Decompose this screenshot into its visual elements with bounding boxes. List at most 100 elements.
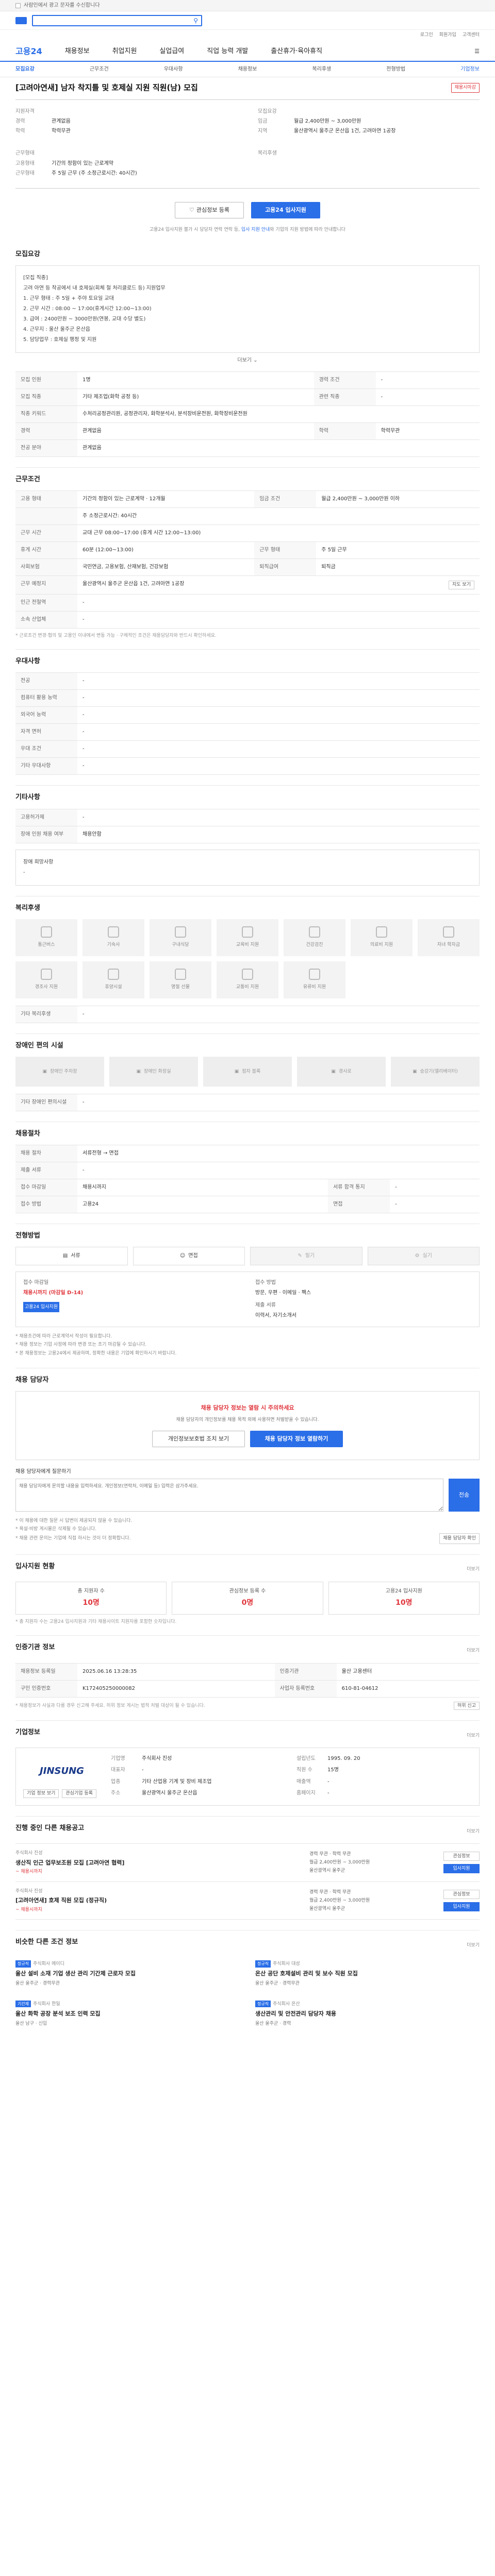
recs-section: 진행 중인 다른 채용공고더보기 주식회사 진성 생산직 인근 업무보조원 모집… [15, 1817, 480, 1931]
job-card[interactable]: 기간제 주식회사 한일 울산 화학 공장 분석 보조 인력 모집 울산 남구 · … [15, 1997, 240, 2030]
table-row: 기타 복리후생 - [15, 1005, 480, 1023]
scrap-button[interactable]: ♡ 관심정보 등록 [175, 202, 244, 218]
food-icon [175, 926, 186, 938]
th: 사업자 등록번호 [274, 1680, 337, 1698]
gnb-item-training[interactable]: 직업 능력 개발 [207, 47, 248, 56]
rec-meta: 경력 무관 · 학력 무관 [309, 1852, 351, 1857]
signup-link[interactable]: 회원가입 [439, 32, 456, 39]
gnb-item-jobs[interactable]: 채용정보 [65, 47, 90, 56]
document-icon: ▤ [62, 1253, 68, 1259]
view-contact-button[interactable]: 채용 담당자 정보 열람하기 [250, 1431, 343, 1448]
job-title: [고려아연새] 남자 착지틀 및 호제실 지원 직원(남) 모집 [15, 83, 198, 92]
question-input[interactable] [15, 1479, 443, 1512]
td: K172405250000082 [77, 1680, 275, 1698]
value: 1995. 09. 20 [327, 1756, 360, 1762]
job-title[interactable]: 생산관리 및 안전관리 담당자 채용 [255, 2010, 480, 2018]
job-card[interactable]: 정규직 주식회사 대성 온산 공단 호제설비 관리 및 보수 직원 모집 울산 울… [255, 1957, 480, 1990]
more-link[interactable]: 더보기 [467, 1566, 480, 1573]
report-button[interactable]: 허위 신고 [454, 1701, 480, 1710]
tab-work[interactable]: 근무조건 [90, 66, 109, 73]
login-link[interactable]: 로그인 [420, 32, 433, 39]
check-contact-button[interactable]: 채용 담당자 확인 [439, 1533, 480, 1544]
facility-label: 승강기(엘리베이터) [420, 1069, 458, 1074]
list-item[interactable]: 주식회사 진성 생산직 인근 업무보조원 모집 [고려아연 협력] ~ 채용시까… [15, 1843, 480, 1882]
parking-icon: ▣ [42, 1069, 47, 1074]
rec-apply-button[interactable]: 입사지원 [443, 1902, 480, 1911]
note-line: * 본 채용정보는 고용24에서 제공하며, 정확한 내용은 기업에 확인하시기… [15, 1350, 177, 1356]
value: 기간의 정함이 있는 근로계약 [52, 161, 113, 166]
more-button[interactable]: 더보기 ⌄ [15, 353, 480, 364]
td: - [375, 371, 480, 389]
td: - [77, 594, 480, 612]
ramp-icon: ▣ [331, 1069, 336, 1074]
help-link[interactable]: 고객센터 [463, 32, 480, 39]
rec-title[interactable]: [고려아연새] 호제 직원 모집 (정규직) [15, 1896, 299, 1904]
etc-table: 고용허가제 - 장애 인원 채용 여부 채용안함 [15, 808, 480, 843]
td: 기간의 정함이 있는 근로계약 · 12개월 [77, 490, 255, 508]
more-link[interactable]: 더보기 [467, 1942, 480, 1949]
search-icon[interactable]: ⚲ [193, 16, 198, 25]
company-section: 기업정보 더보기 JINSUNG 기업 정보 보기 관심기업 등록 기업명 주식회사… [15, 1721, 480, 1817]
site-logo[interactable] [15, 17, 27, 24]
tab-apply[interactable]: 전형방법 [386, 66, 405, 73]
value: - [327, 1790, 329, 1796]
follow-company-button[interactable]: 관심기업 등록 [62, 1789, 96, 1798]
job-title[interactable]: 온산 공단 호제설비 관리 및 보수 직원 모집 [255, 1970, 480, 1977]
table-row: 자격 면허 - [15, 723, 480, 741]
apply-small-button[interactable]: 고용24 입사지원 [23, 1302, 59, 1313]
section-title: 진행 중인 다른 채용공고 [15, 1824, 85, 1832]
tab-process[interactable]: 채용정보 [238, 66, 257, 73]
job-tag: 정규직 [255, 1960, 271, 1968]
brand-logo[interactable]: 고용24 [15, 46, 42, 57]
apply-button[interactable]: 고용24 입사지원 [251, 202, 320, 218]
company-info-button[interactable]: 기업 정보 보기 [23, 1789, 59, 1798]
prefer-label: 복리후생 [258, 150, 277, 156]
label: 학력 [15, 128, 25, 134]
note-line: * 채용 관련 문의는 기업에 직접 하시는 것이 더 정확합니다. [15, 1536, 131, 1541]
welfare-label: 교통비 지원 [236, 985, 259, 990]
rec-title[interactable]: 생산직 인근 업무보조원 모집 [고려아연 협력] [15, 1859, 299, 1867]
list-item[interactable]: 주식회사 진성 [고려아연새] 호제 직원 모집 (정규직) ~ 채용시까지 경… [15, 1881, 480, 1920]
rec-apply-button[interactable]: 입사지원 [443, 1864, 480, 1874]
th: 근무 예정지 [15, 575, 77, 595]
rec-scrap-button[interactable]: 관심정보 [443, 1889, 480, 1899]
table-row: 채용정보 등록일 2025.06.16 13:28:35 인증기관 울산 고용센터 [15, 1663, 480, 1681]
apply-guide-link[interactable]: 입사 지원 안내 [241, 227, 270, 232]
search-input[interactable]: ⚲ [32, 15, 202, 26]
notice-bar: 사람인에서 광고 문자를 수신합니다 [0, 0, 495, 11]
job-meta: 울산 남구 · 신입 [15, 2021, 47, 2027]
conditions-label: 근무형태 [15, 150, 35, 156]
job-tag: 정규직 [15, 1960, 31, 1968]
td: - [390, 1179, 480, 1197]
gnb-item-leave[interactable]: 출산휴가·육아휴직 [271, 47, 322, 56]
tab-company[interactable]: 기업정보 [460, 66, 480, 73]
welfare-label: 유류비 지원 [303, 985, 326, 990]
tab-welfare[interactable]: 복리후생 [312, 66, 331, 73]
menu-icon[interactable]: ☰ [474, 47, 480, 55]
rec-scrap-button[interactable]: 관심정보 [443, 1852, 480, 1861]
map-button[interactable]: 지도 보기 [449, 580, 474, 589]
tab-prefer[interactable]: 우대사항 [164, 66, 183, 73]
similar-section: 비슷한 다른 조건 정보 더보기 정규직 주식회사 에이디 울산 설비 소재 기업 … [15, 1930, 480, 2040]
rec-meta: 월급 2,400만원 ~ 3,000만원 [309, 1897, 370, 1903]
job-card[interactable]: 정규직 주식회사 온산 생산관리 및 안전관리 담당자 채용 울산 울주군 · 경… [255, 1997, 480, 2030]
more-link[interactable]: 더보기 [467, 1648, 480, 1654]
notice-checkbox[interactable] [15, 3, 21, 8]
th: 모집 직종 [15, 388, 77, 406]
td: - [77, 740, 480, 758]
td: 1명 [77, 371, 314, 389]
job-title[interactable]: 울산 설비 소재 기업 생산 관리 기간제 근로자 모집 [15, 1970, 240, 1977]
more-link[interactable]: 더보기 [467, 1828, 480, 1835]
privacy-law-button[interactable]: 개인정보보호법 조치 보기 [152, 1431, 245, 1448]
welfare-card: 구내식당 [150, 919, 211, 956]
rec-meta: 월급 2,400만원 ~ 3,000만원 [309, 1860, 370, 1866]
tab-recruit[interactable]: 모집요강 [15, 66, 35, 73]
gnb-item-unemployment[interactable]: 실업급여 [159, 47, 184, 56]
job-title[interactable]: 울산 화학 공장 분석 보조 인력 모집 [15, 2010, 240, 2018]
job-card[interactable]: 정규직 주식회사 에이디 울산 설비 소재 기업 생산 관리 기간제 근로자 모집… [15, 1957, 240, 1990]
gnb-item-employment[interactable]: 취업지원 [112, 47, 137, 56]
heart-icon: ♡ [189, 207, 194, 214]
submit-button[interactable]: 전송 [449, 1479, 480, 1512]
company-box: JINSUNG 기업 정보 보기 관심기업 등록 기업명 주식회사 진성 설립년도… [15, 1748, 480, 1806]
more-link[interactable]: 더보기 [467, 1733, 480, 1739]
